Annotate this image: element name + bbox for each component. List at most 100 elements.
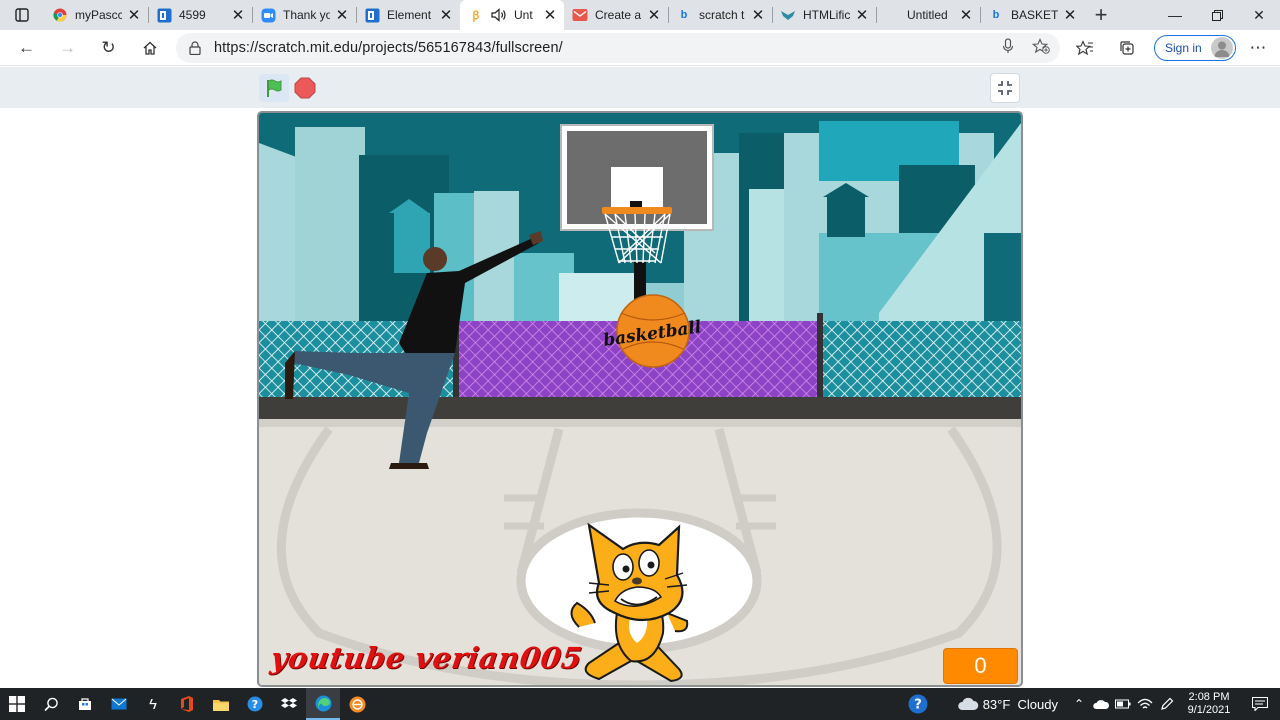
store-app[interactable] xyxy=(68,688,102,720)
bing-icon: b xyxy=(680,9,688,21)
notifications-icon[interactable] xyxy=(1240,697,1280,711)
close-window-button[interactable]: ✕ xyxy=(1238,0,1280,30)
close-icon[interactable]: ✕ xyxy=(1062,7,1078,24)
home-button[interactable] xyxy=(129,30,170,66)
tab-untitled-active[interactable]: ꞵ Unt ✕ xyxy=(460,0,564,30)
home-icon xyxy=(143,41,156,55)
tab-title: Element xyxy=(387,8,432,22)
scratch-app[interactable] xyxy=(340,688,374,720)
tab-htmlific[interactable]: HTMLific ✕ xyxy=(772,0,876,30)
scratch-icon: ꞵ xyxy=(472,9,480,22)
clock[interactable]: 2:08 PM 9/1/2021 xyxy=(1178,691,1240,717)
collections-button[interactable] xyxy=(1106,30,1148,66)
basketball-court-backdrop: basketball xyxy=(259,113,1021,685)
tab-scratch-search[interactable]: b scratch t ✕ xyxy=(668,0,772,30)
watermark-text: youtube verian005 xyxy=(268,641,585,675)
search-button[interactable] xyxy=(34,688,68,720)
tab-strip: myPascc ✕ 4599 ✕ Thank yo ✕ Element ✕ ꞵ … xyxy=(0,0,1280,30)
mail-app[interactable] xyxy=(102,688,136,720)
plus-icon: + xyxy=(1094,2,1108,27)
tab-title: Thank yo xyxy=(283,8,330,22)
close-icon[interactable]: ✕ xyxy=(542,7,558,24)
help-app[interactable]: ? xyxy=(238,688,272,720)
search-icon xyxy=(43,697,58,711)
tab-title: Create a xyxy=(595,8,642,22)
tab-create-a[interactable]: Create a ✕ xyxy=(564,0,668,30)
tab-title: Untitled xyxy=(907,8,948,22)
svg-text:?: ? xyxy=(252,698,258,711)
close-icon[interactable]: ✕ xyxy=(958,7,974,24)
wifi-icon[interactable] xyxy=(1134,697,1156,711)
edge-app[interactable] xyxy=(306,688,340,720)
help-icon: ? xyxy=(247,696,263,712)
chrome-icon xyxy=(52,7,68,23)
lock-icon[interactable] xyxy=(176,41,214,55)
store-icon xyxy=(79,698,91,710)
back-button[interactable]: ← xyxy=(6,30,47,66)
favorites-icon xyxy=(1076,40,1093,56)
refresh-button[interactable]: ↻ xyxy=(88,30,129,66)
microphone-icon[interactable] xyxy=(1002,37,1014,59)
tab-title: myPascc xyxy=(75,8,122,22)
tab-actions-button[interactable] xyxy=(0,0,44,30)
file-explorer-app[interactable] xyxy=(204,688,238,720)
score-display: 0 xyxy=(943,648,1018,684)
tab-basket[interactable]: b BASKET ✕ xyxy=(980,0,1084,30)
onedrive-icon[interactable] xyxy=(1090,698,1112,710)
tab-title: HTMLific xyxy=(803,8,850,22)
bing-icon: b xyxy=(992,9,1000,21)
office-app[interactable] xyxy=(170,688,204,720)
svg-text:?: ? xyxy=(914,698,922,713)
dropbox-app[interactable] xyxy=(272,688,306,720)
avatar xyxy=(1211,37,1233,59)
close-icon[interactable]: ✕ xyxy=(438,7,454,24)
green-flag-icon xyxy=(267,79,282,97)
close-icon[interactable]: ✕ xyxy=(334,7,350,24)
speaker-icon[interactable] xyxy=(491,7,507,23)
close-icon[interactable]: ✕ xyxy=(750,7,766,24)
pen-icon[interactable] xyxy=(1156,697,1178,711)
browser-toolbar: ← → ↻ https://scratch.mit.edu/projects/5… xyxy=(0,30,1280,66)
help-tray-icon[interactable]: ? xyxy=(903,694,933,714)
tab-actions-icon xyxy=(15,8,29,22)
stop-button[interactable] xyxy=(293,76,317,100)
close-icon[interactable]: ✕ xyxy=(126,7,142,24)
power-automate-app[interactable]: ϟ xyxy=(136,688,170,720)
mail-icon xyxy=(111,698,127,710)
weather-text[interactable]: 83°F Cloudy xyxy=(983,697,1058,712)
battery-icon[interactable] xyxy=(1112,699,1134,709)
settings-more-button[interactable]: ⋯ xyxy=(1240,30,1276,66)
tab-thank-you[interactable]: Thank yo ✕ xyxy=(252,0,356,30)
scratch-stage[interactable]: basketball youtube verian005 0 xyxy=(257,111,1023,687)
address-bar-actions xyxy=(1002,33,1050,63)
forward-button[interactable]: → xyxy=(47,30,88,66)
tab-element[interactable]: Element ✕ xyxy=(356,0,460,30)
address-bar[interactable]: https://scratch.mit.edu/projects/5651678… xyxy=(176,33,1060,63)
windows-logo-icon xyxy=(9,696,25,712)
exit-fullscreen-button[interactable] xyxy=(990,73,1020,103)
restore-button[interactable] xyxy=(1196,0,1238,30)
start-button[interactable] xyxy=(0,688,34,720)
tab-mypascc[interactable]: myPascc ✕ xyxy=(44,0,148,30)
chevron-up-icon[interactable]: ⌃ xyxy=(1068,697,1090,711)
close-icon[interactable]: ✕ xyxy=(230,7,246,24)
clock-date: 9/1/2021 xyxy=(1187,704,1231,716)
close-icon[interactable]: ✕ xyxy=(646,7,662,24)
tab-4599[interactable]: 4599 ✕ xyxy=(148,0,252,30)
toolbar-right: Sign in ⋯ xyxy=(1064,30,1276,66)
new-tab-button[interactable]: + xyxy=(1084,0,1118,30)
exit-fullscreen-icon xyxy=(998,81,1012,95)
favorites-button[interactable] xyxy=(1064,30,1106,66)
clock-time: 2:08 PM xyxy=(1188,691,1230,703)
minimize-button[interactable]: — xyxy=(1154,0,1196,30)
collections-icon xyxy=(1120,41,1134,55)
sign-in-button[interactable]: Sign in xyxy=(1154,35,1236,61)
tab-untitled[interactable]: Untitled ✕ xyxy=(876,0,980,30)
system-tray: ? 83°F Cloudy ⌃ 2:08 PM 9/1/2021 xyxy=(903,688,1280,720)
add-favorite-icon[interactable] xyxy=(1031,37,1050,59)
close-icon[interactable]: ✕ xyxy=(854,7,870,24)
green-flag-button[interactable] xyxy=(259,74,289,102)
bird-icon xyxy=(780,7,796,23)
more-icon: ⋯ xyxy=(1249,38,1267,57)
window-controls: — ✕ xyxy=(1154,0,1280,30)
